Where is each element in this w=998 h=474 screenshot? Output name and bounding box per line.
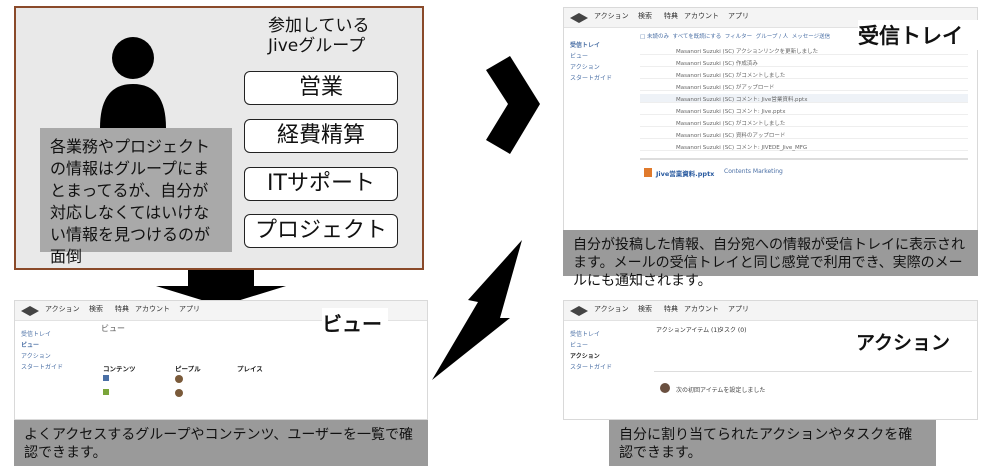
list-item[interactable]: Masanori Suzuki (SC) がアップロード (640, 82, 968, 91)
nav-apps[interactable]: アプリ (179, 304, 200, 314)
action-description: 自分に割り当てられたアクションやタスクを確認できます。 (609, 420, 936, 466)
tab-action-items[interactable]: アクションアイテム (1) (656, 325, 720, 334)
list-item[interactable]: Masanori Suzuki (SC) 資料のアップロード (640, 130, 968, 139)
col-people: ピープル (175, 365, 201, 373)
tb-send[interactable]: メッセージ送信 (792, 34, 830, 40)
view-description: よくアクセスするグループやコンテンツ、ユーザーを一覧で確認できます。 (14, 420, 428, 466)
nav-perks[interactable]: 特典 (115, 304, 129, 314)
side-view[interactable]: ビュー (21, 340, 39, 349)
list-item[interactable]: Masanori Suzuki (SC) コメント: Jive.pptx (640, 106, 968, 115)
side-inbox[interactable]: 受信トレイ (570, 329, 600, 338)
action-title: アクション (856, 328, 966, 355)
nav-account[interactable]: アカウント (684, 304, 719, 314)
list-item[interactable]: Masanori Suzuki (SC) がコメントしました (640, 118, 968, 127)
view-title: ビュー (322, 308, 388, 337)
avatar (175, 389, 183, 397)
detail-title[interactable]: Jive営業資料.pptx (656, 168, 714, 178)
nav-apps[interactable]: アプリ (728, 11, 749, 21)
side-action[interactable]: アクション (570, 351, 600, 360)
tb-unread[interactable]: □ 未読のみ (640, 34, 669, 40)
nav-apps[interactable]: アプリ (728, 304, 749, 314)
doc-icon (103, 375, 109, 381)
nav-search[interactable]: 検索 (89, 304, 103, 314)
tab-tasks[interactable]: タスク (0) (718, 325, 746, 334)
side-guide[interactable]: スタートガイド (570, 73, 612, 82)
nav-account[interactable]: アカウント (135, 304, 170, 314)
inbox-detail: Jive営業資料.pptx Contents Marketing (640, 158, 968, 198)
avatar (660, 383, 670, 393)
col-content: コンテンツ (103, 365, 136, 373)
doc-icon (103, 389, 109, 395)
inbox-description: 自分が投稿した情報、自分宛への情報が受信トレイに表示されます。メールの受信トレイ… (563, 230, 978, 289)
tb-filter[interactable]: フィルター (725, 34, 752, 40)
nav-action[interactable]: アクション (594, 304, 629, 314)
side-inbox[interactable]: 受信トレイ (570, 40, 600, 49)
list-item[interactable]: Masanori Suzuki (SC) コメント: JIVEDE_Jive_M… (640, 142, 968, 151)
nav-search[interactable]: 検索 (638, 11, 652, 21)
nav-search[interactable]: 検索 (638, 304, 652, 314)
pptx-icon (644, 168, 652, 177)
nav-account[interactable]: アカウント (684, 11, 719, 21)
view-header: ビュー (101, 324, 125, 333)
nav-action[interactable]: アクション (594, 11, 629, 21)
action-item[interactable]: 次の初回アイテムを設定しました (676, 385, 765, 394)
nav-perks[interactable]: 特典 (664, 11, 678, 21)
nav-perks[interactable]: 特典 (664, 304, 678, 314)
arrow-right-top (486, 56, 540, 154)
tb-markread[interactable]: すべてを既読にする (672, 34, 721, 40)
divider (654, 371, 972, 372)
tb-people[interactable]: グループ / 人 (756, 34, 789, 40)
action-screenshot: アクション 検索 特典 アカウント アプリ 受信トレイ ビュー アクション スタ… (563, 300, 978, 420)
side-guide[interactable]: スタートガイド (570, 362, 612, 371)
nav-action[interactable]: アクション (45, 304, 80, 314)
side-view[interactable]: ビュー (570, 51, 588, 60)
side-action[interactable]: アクション (570, 62, 600, 71)
detail-tag[interactable]: Contents Marketing (724, 168, 783, 175)
jive-logo (570, 306, 588, 316)
side-view[interactable]: ビュー (570, 340, 588, 349)
avatar (175, 375, 183, 383)
list-item[interactable]: Masanori Suzuki (SC) 作成済み (640, 58, 968, 67)
list-item[interactable]: Masanori Suzuki (SC) がコメントしました (640, 70, 968, 79)
col-places: プレイス (237, 365, 263, 373)
list-item[interactable]: Masanori Suzuki (SC) コメント: Jive営業資料.pptx (640, 94, 968, 103)
side-guide[interactable]: スタートガイド (21, 362, 63, 371)
jive-logo (21, 306, 39, 316)
side-inbox[interactable]: 受信トレイ (21, 329, 51, 338)
side-action[interactable]: アクション (21, 351, 51, 360)
jive-logo (570, 13, 588, 23)
inbox-title: 受信トレイ (858, 20, 978, 50)
arrow-lightning (432, 240, 522, 380)
